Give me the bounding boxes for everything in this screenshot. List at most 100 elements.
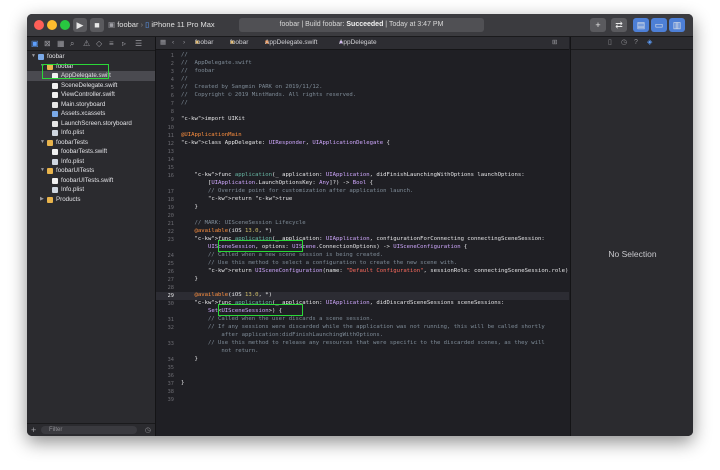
disclosure-open-icon[interactable]: ▼ bbox=[40, 138, 45, 148]
code-line[interactable]: // foobar bbox=[181, 68, 215, 74]
toggle-debug-area-button[interactable]: ▭ bbox=[651, 18, 667, 32]
navigator-item[interactable]: Assets.xcassets bbox=[27, 109, 155, 119]
code-line[interactable]: // MARK: UISceneSession Lifecycle bbox=[181, 220, 305, 226]
line-number[interactable]: 12 bbox=[156, 141, 174, 147]
add-file-plus-icon[interactable]: + bbox=[31, 424, 36, 436]
line-number[interactable]: 23 bbox=[156, 237, 174, 243]
line-number[interactable]: 24 bbox=[156, 253, 174, 259]
line-number[interactable]: 14 bbox=[156, 157, 174, 163]
code-line[interactable]: // Copyright © 2019 MintHands. All right… bbox=[181, 92, 356, 98]
help-inspector-icon[interactable]: ? bbox=[634, 38, 638, 48]
code-line[interactable]: [UIApplication.LaunchOptionsKey: Any]?) … bbox=[181, 180, 373, 186]
disclosure-closed-icon[interactable]: ▶ bbox=[40, 195, 44, 205]
line-number[interactable]: 10 bbox=[156, 125, 174, 131]
line-number[interactable]: 11 bbox=[156, 133, 174, 139]
line-number[interactable]: 33 bbox=[156, 341, 174, 347]
breakpoint-icon[interactable]: ▹ bbox=[122, 38, 126, 49]
line-number[interactable]: 15 bbox=[156, 165, 174, 171]
recent-files-icon[interactable]: ◷ bbox=[145, 426, 151, 434]
filter-input[interactable]: Filter bbox=[41, 426, 137, 434]
line-number[interactable]: 29 bbox=[156, 293, 174, 299]
line-number[interactable]: 35 bbox=[156, 365, 174, 371]
line-number[interactable]: 19 bbox=[156, 205, 174, 211]
line-number[interactable]: 37 bbox=[156, 381, 174, 387]
line-number[interactable]: 4 bbox=[156, 77, 174, 83]
scheme-selector[interactable]: ▣ foobar › ▯ iPhone 11 Pro Max bbox=[108, 18, 215, 32]
line-number[interactable]: 38 bbox=[156, 389, 174, 395]
code-line[interactable]: // Called when the user discards a scene… bbox=[181, 316, 373, 322]
code-line[interactable]: } bbox=[181, 276, 197, 282]
jump-bar-crumb-project[interactable]: ■ foobar › bbox=[195, 37, 213, 49]
close-window-button[interactable] bbox=[34, 20, 44, 30]
line-number[interactable]: 8 bbox=[156, 109, 174, 115]
navigator-item[interactable]: foobarUITests.swift bbox=[27, 176, 155, 186]
disclosure-open-icon[interactable]: ▼ bbox=[31, 52, 36, 62]
navigator-item[interactable]: Info.plist bbox=[27, 157, 155, 167]
code-line[interactable]: // Use this method to select a configura… bbox=[181, 260, 457, 266]
code-line[interactable]: // If any sessions were discarded while … bbox=[181, 324, 545, 330]
navigator-item[interactable]: ▼ foobarUITests bbox=[27, 166, 155, 176]
minimize-window-button[interactable] bbox=[47, 20, 57, 30]
line-number[interactable]: 25 bbox=[156, 261, 174, 267]
navigator-item[interactable]: ▼ foobarTests bbox=[27, 138, 155, 148]
navigator-item[interactable]: foobarTests.swift bbox=[27, 147, 155, 157]
line-number[interactable]: 22 bbox=[156, 229, 174, 235]
back-chevron-icon[interactable]: ‹ bbox=[172, 37, 174, 49]
code-line[interactable]: @UIApplicationMain bbox=[181, 132, 242, 138]
code-line[interactable]: } bbox=[181, 356, 197, 362]
navigator-item[interactable]: Info.plist bbox=[27, 128, 155, 138]
line-number[interactable]: 32 bbox=[156, 325, 174, 331]
code-line[interactable]: } bbox=[181, 380, 184, 386]
navigator-item[interactable]: Main.storyboard bbox=[27, 100, 155, 110]
line-number[interactable]: 16 bbox=[156, 173, 174, 179]
navigator-item[interactable]: ▶ Products bbox=[27, 195, 155, 205]
line-number[interactable]: 28 bbox=[156, 285, 174, 291]
line-number[interactable]: 1 bbox=[156, 53, 174, 59]
line-number[interactable]: 13 bbox=[156, 149, 174, 155]
line-number[interactable]: 39 bbox=[156, 397, 174, 403]
jump-bar-crumb-group[interactable]: ■ foobar › bbox=[230, 37, 248, 49]
history-inspector-icon[interactable]: ◷ bbox=[621, 38, 627, 48]
stop-button[interactable]: ■ bbox=[90, 18, 104, 32]
disclosure-open-icon[interactable]: ▼ bbox=[40, 166, 45, 176]
line-number[interactable]: 30 bbox=[156, 301, 174, 307]
code-line[interactable]: "c-kw">return "c-kw">true bbox=[181, 196, 292, 202]
line-number[interactable]: 26 bbox=[156, 269, 174, 275]
code-line[interactable]: // Created by Sangmin PARK on 2019/11/12… bbox=[181, 84, 322, 90]
folder-icon[interactable]: ▣ bbox=[31, 38, 39, 49]
toggle-navigator-button[interactable]: ▤ bbox=[633, 18, 649, 32]
line-number[interactable]: 9 bbox=[156, 117, 174, 123]
code-line[interactable]: // Called when a new scene session is be… bbox=[181, 252, 383, 258]
library-button[interactable]: + bbox=[590, 18, 606, 32]
code-line[interactable]: // Override point for customization afte… bbox=[181, 188, 413, 194]
related-items-icon[interactable]: ▦ bbox=[160, 37, 166, 49]
navigator-item[interactable]: ▼ foobar bbox=[27, 52, 155, 62]
line-number[interactable]: 31 bbox=[156, 317, 174, 323]
line-number[interactable]: 36 bbox=[156, 373, 174, 379]
code-line[interactable]: @available(iOS 13.0, *) bbox=[181, 292, 272, 298]
line-number[interactable]: 6 bbox=[156, 93, 174, 99]
zoom-window-button[interactable] bbox=[60, 20, 70, 30]
add-editor-icon[interactable]: ⊞ bbox=[552, 37, 557, 49]
warning-icon[interactable]: ⚠ bbox=[83, 38, 90, 49]
navigator-item[interactable]: ViewController.swift bbox=[27, 90, 155, 100]
code-line[interactable]: // AppDelegate.swift bbox=[181, 60, 252, 66]
code-line[interactable]: // Use this method to release any resour… bbox=[181, 340, 545, 346]
search-icon[interactable]: ⌕ bbox=[70, 38, 74, 49]
code-line[interactable]: "c-kw">return UISceneConfiguration(name:… bbox=[181, 268, 568, 274]
symbol-icon[interactable]: ▦ bbox=[57, 38, 65, 49]
code-review-button[interactable]: ⇄ bbox=[611, 18, 627, 32]
line-number[interactable]: 5 bbox=[156, 85, 174, 91]
navigator-item[interactable]: SceneDelegate.swift bbox=[27, 81, 155, 91]
code-line[interactable]: @available(iOS 13.0, *) bbox=[181, 228, 272, 234]
code-line[interactable]: // bbox=[181, 52, 188, 58]
line-number[interactable]: 17 bbox=[156, 189, 174, 195]
code-line[interactable]: "c-kw">func application(_ application: U… bbox=[181, 172, 524, 178]
line-number[interactable]: 27 bbox=[156, 277, 174, 283]
code-line[interactable]: "c-kw">import UIKit bbox=[181, 116, 245, 122]
test-icon[interactable]: ◇ bbox=[96, 38, 102, 49]
run-button[interactable]: ▶ bbox=[73, 18, 87, 32]
toggle-inspector-button[interactable]: ▥ bbox=[669, 18, 685, 32]
line-number[interactable]: 2 bbox=[156, 61, 174, 67]
line-number[interactable]: 21 bbox=[156, 221, 174, 227]
